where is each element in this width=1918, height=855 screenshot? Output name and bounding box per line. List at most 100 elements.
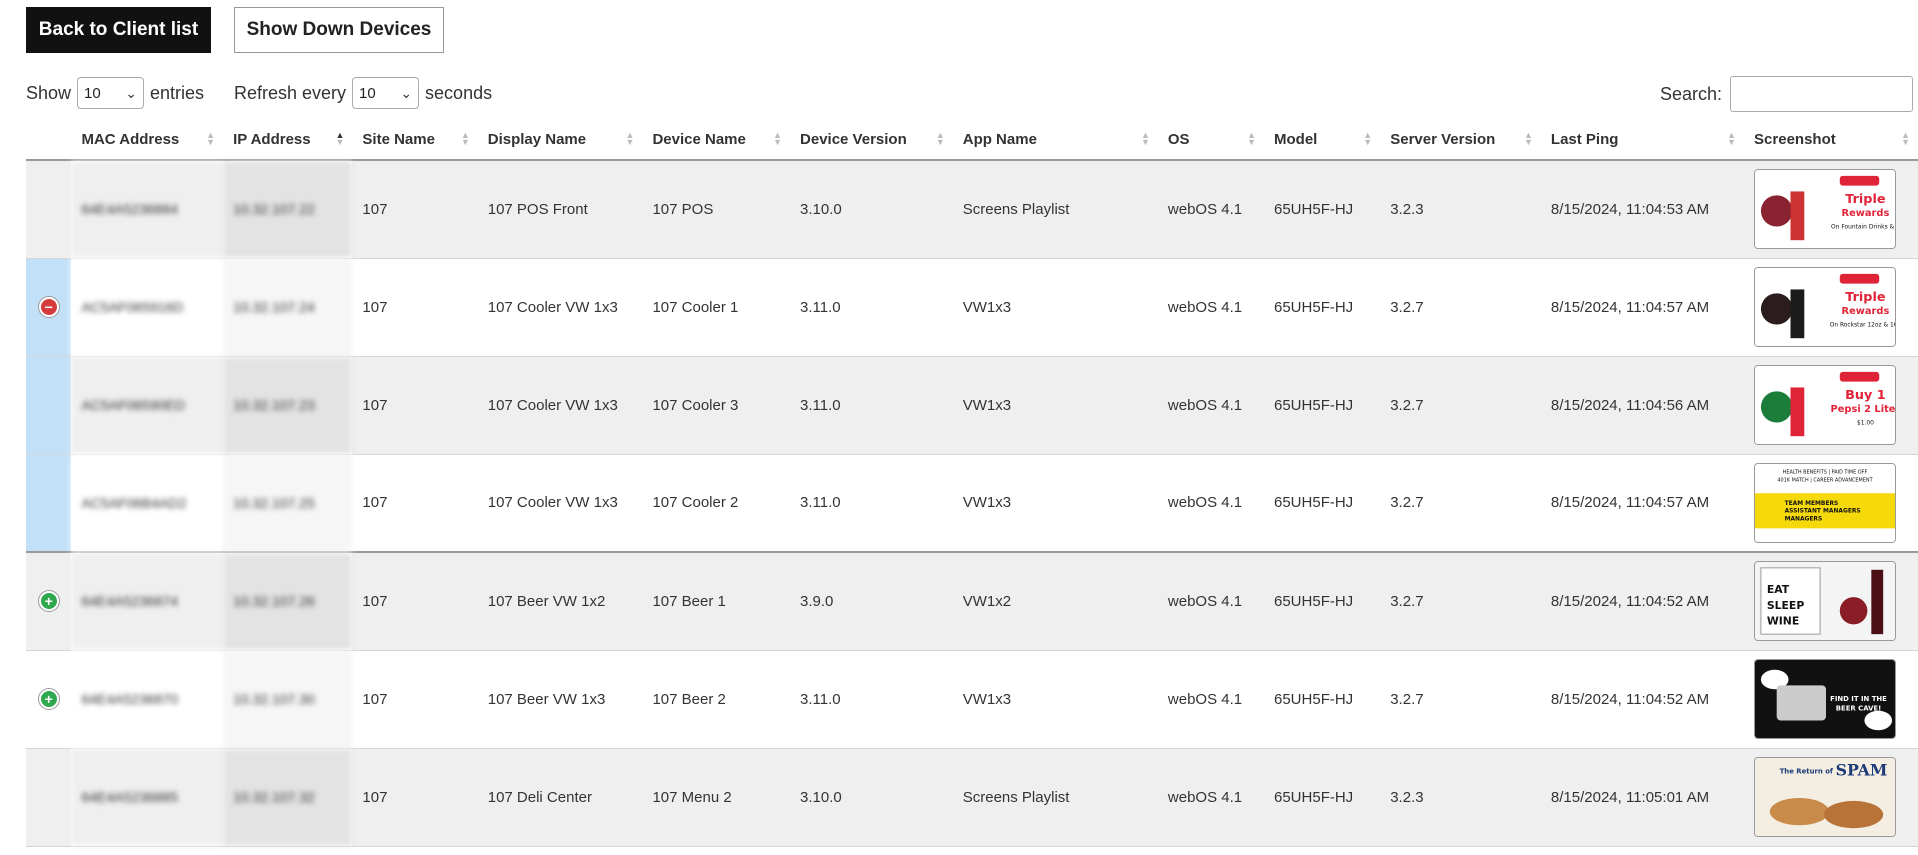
cell-server: 3.2.7 bbox=[1380, 552, 1541, 651]
cell-ping: 8/15/2024, 11:04:56 AM bbox=[1540, 356, 1745, 455]
collapse-row-icon[interactable]: − bbox=[38, 297, 59, 317]
cell-mac: 64E4A5236884 bbox=[71, 160, 224, 259]
cell-server: 3.2.3 bbox=[1380, 748, 1541, 847]
column-header-label: Site Name bbox=[362, 131, 435, 148]
cell-device: 107 Cooler 2 bbox=[642, 454, 791, 553]
svg-text:$1.00: $1.00 bbox=[1857, 421, 1874, 427]
cell-ip: 10.32.107.23 bbox=[223, 356, 353, 455]
search-input[interactable] bbox=[1730, 76, 1914, 112]
column-header-os[interactable]: OS ▲ ▼ bbox=[1157, 120, 1264, 161]
cell-server: 3.2.7 bbox=[1380, 650, 1541, 749]
back-to-client-list-button[interactable]: Back to Client list bbox=[26, 7, 211, 53]
cell-model: 65UH5F-HJ bbox=[1264, 748, 1381, 847]
cell-server: 3.2.7 bbox=[1380, 258, 1541, 357]
cell-mac: AC5AF065916D bbox=[71, 258, 224, 357]
screenshot-thumbnail[interactable]: Buy 1 Pepsi 2 Liter $1.00 bbox=[1754, 365, 1897, 445]
column-header-screenshot[interactable]: Screenshot ▲ ▼ bbox=[1744, 120, 1918, 161]
row-control-cell[interactable] bbox=[26, 356, 72, 455]
cell-model: 65UH5F-HJ bbox=[1264, 258, 1381, 357]
cell-app: Screens Playlist bbox=[952, 160, 1158, 259]
row-control-cell[interactable]: − bbox=[26, 258, 72, 357]
cell-ip: 10.32.107.26 bbox=[223, 552, 353, 651]
expand-row-icon[interactable]: + bbox=[38, 591, 59, 612]
cell-server: 3.2.7 bbox=[1380, 356, 1541, 455]
cell-display: 107 POS Front bbox=[477, 160, 643, 259]
column-header-display-name[interactable]: Display Name ▲ ▼ bbox=[477, 120, 643, 161]
table-row[interactable]: 64E4A5236884 10.32.107.22 107 107 POS Front… bbox=[26, 160, 1918, 259]
screenshot-thumbnail[interactable]: FIND IT IN THE BEER CAVE! bbox=[1754, 659, 1897, 739]
screenshot-thumbnail[interactable]: Triple Rewards On Rockstar 12oz & 16o bbox=[1754, 267, 1897, 347]
svg-text:ASSISTANT MANAGERS: ASSISTANT MANAGERS bbox=[1785, 509, 1861, 515]
row-control-cell[interactable] bbox=[26, 454, 72, 553]
screenshot-thumbnail[interactable]: Triple Rewards On Fountain Drinks & S bbox=[1754, 169, 1897, 250]
column-header-label: Display Name bbox=[487, 131, 587, 148]
row-control-cell[interactable] bbox=[26, 160, 72, 259]
column-header-app-name[interactable]: App Name ▲ ▼ bbox=[952, 120, 1158, 161]
cell-ping: 8/15/2024, 11:04:57 AM bbox=[1540, 454, 1745, 553]
column-header-site-name[interactable]: Site Name ▲ ▼ bbox=[352, 120, 478, 161]
column-header-model[interactable]: Model ▲ ▼ bbox=[1264, 120, 1381, 161]
cell-model: 65UH5F-HJ bbox=[1264, 454, 1381, 553]
cell-device: 107 Cooler 3 bbox=[642, 356, 791, 455]
screenshot-thumbnail[interactable]: The Return of SPAM bbox=[1754, 757, 1897, 837]
table-row[interactable]: AC5AF06B4AD2 10.32.107.25 107 107 Cooler VW… bbox=[26, 454, 1918, 553]
cell-site: 107 bbox=[352, 258, 478, 357]
cell-os: webOS 4.1 bbox=[1157, 454, 1264, 553]
cell-ip: 10.32.107.30 bbox=[223, 650, 353, 749]
screenshot-thumbnail[interactable]: HEALTH BENEFITS | PAID TIME OFF 401K MATC… bbox=[1754, 462, 1897, 543]
cell-server: 3.2.7 bbox=[1380, 454, 1541, 553]
cell-version: 3.11.0 bbox=[790, 454, 953, 553]
column-header-device-version[interactable]: Device Version ▲ ▼ bbox=[790, 120, 953, 161]
column-header-last-ping[interactable]: Last Ping ▲ ▼ bbox=[1540, 120, 1745, 161]
row-control-cell[interactable]: + bbox=[26, 552, 72, 651]
svg-text:EAT: EAT bbox=[1767, 584, 1790, 597]
cell-model: 65UH5F-HJ bbox=[1264, 552, 1381, 651]
refresh-control: Refresh every 10 ⌄ seconds bbox=[234, 77, 492, 109]
entries-label: entries bbox=[150, 82, 205, 103]
cell-display: 107 Cooler VW 1x3 bbox=[477, 356, 643, 455]
column-header-label: Model bbox=[1274, 131, 1318, 148]
column-header-server-version[interactable]: Server Version ▲ ▼ bbox=[1380, 120, 1541, 161]
show-label: Show bbox=[26, 82, 72, 103]
column-header-device-name[interactable]: Device Name ▲ ▼ bbox=[642, 120, 791, 161]
column-header-ip-address[interactable]: IP Address ▲ ▼ bbox=[223, 120, 353, 161]
row-control-cell[interactable]: + bbox=[26, 650, 72, 749]
svg-text:Rewards: Rewards bbox=[1842, 208, 1890, 219]
cell-ip: 10.32.107.22 bbox=[223, 160, 353, 259]
column-header-label: MAC Address bbox=[81, 131, 180, 148]
search-control: Search: bbox=[1660, 76, 1918, 112]
column-header-mac-address[interactable]: MAC Address ▲ ▼ bbox=[71, 120, 224, 161]
expand-row-icon[interactable]: + bbox=[38, 689, 59, 709]
cell-site: 107 bbox=[352, 552, 478, 651]
show-down-devices-button[interactable]: Show Down Devices bbox=[234, 7, 444, 53]
column-header-label: Last Ping bbox=[1550, 131, 1619, 148]
table-row[interactable]: +64E4A5236870 10.32.107.30 107 107 Beer VW … bbox=[26, 650, 1918, 749]
cell-app: Screens Playlist bbox=[952, 748, 1158, 847]
table-row[interactable]: 64E4A5236885 10.32.107.32 107 107 Deli Cent… bbox=[26, 748, 1918, 847]
cell-mac: AC5AF06590ED bbox=[71, 356, 224, 455]
screenshot-thumbnail[interactable]: EAT SLEEP WINE bbox=[1754, 561, 1897, 642]
cell-mac: 64E4A5236885 bbox=[71, 748, 224, 847]
refresh-select[interactable]: 10 ⌄ bbox=[352, 77, 420, 109]
sort-icon: ▲ ▼ bbox=[1363, 130, 1373, 147]
table-row[interactable]: AC5AF06590ED 10.32.107.23 107 107 Cooler VW… bbox=[26, 356, 1918, 455]
sort-icon: ▲ ▼ bbox=[1140, 130, 1150, 147]
svg-text:HEALTH BENEFITS | PAID TIME OF: HEALTH BENEFITS | PAID TIME OFF bbox=[1783, 470, 1868, 476]
svg-text:TEAM MEMBERS: TEAM MEMBERS bbox=[1785, 501, 1839, 507]
sort-icon: ▲ ▼ bbox=[1247, 130, 1256, 147]
column-header-label: OS bbox=[1167, 131, 1190, 148]
entries-select[interactable]: 10 ⌄ bbox=[77, 77, 145, 109]
cell-model: 65UH5F-HJ bbox=[1264, 356, 1381, 455]
table-row[interactable]: +64E4A5236874 10.32.107.26 107 107 Beer VW … bbox=[26, 552, 1918, 651]
cell-screenshot: EAT SLEEP WINE bbox=[1744, 552, 1918, 651]
table-row[interactable]: − AC5AF065916D 10.32.107.24 107 107 Cooler V… bbox=[26, 258, 1918, 357]
cell-version: 3.10.0 bbox=[790, 748, 953, 847]
sort-icon: ▲ ▼ bbox=[773, 130, 783, 147]
row-control-cell[interactable] bbox=[26, 748, 72, 847]
cell-ip: 10.32.107.24 bbox=[223, 258, 353, 357]
devices-table: MAC Address ▲ ▼ IP Address ▲ ▼ Site Name ▲ ▼ Disp… bbox=[26, 120, 1918, 847]
column-header-label: Screenshot bbox=[1754, 131, 1836, 148]
cell-ping: 8/15/2024, 11:05:01 AM bbox=[1540, 748, 1745, 847]
svg-text:Pepsi 2 Liter: Pepsi 2 Liter bbox=[1831, 404, 1895, 415]
cell-screenshot: Triple Rewards On Rockstar 12oz & 16o bbox=[1744, 258, 1918, 357]
